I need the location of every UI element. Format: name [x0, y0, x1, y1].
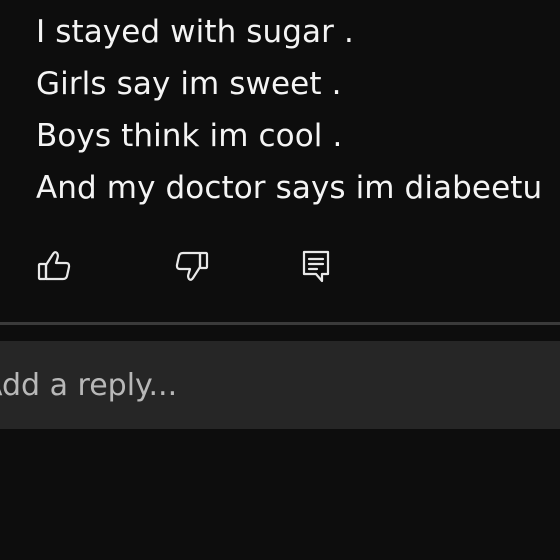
- comment-actions: [0, 244, 560, 288]
- thumbs-down-icon: [175, 251, 209, 281]
- thumbs-up-icon: [37, 251, 71, 281]
- like-button[interactable]: [32, 244, 76, 288]
- comment-line: I stayed with sugar .: [36, 14, 354, 50]
- comment-line: Boys think im cool .: [36, 118, 343, 154]
- reply-button[interactable]: [294, 244, 338, 288]
- comment-line: Girls say im sweet .: [36, 66, 342, 102]
- reply-input[interactable]: [0, 355, 560, 415]
- dislike-button[interactable]: [170, 244, 214, 288]
- comment-icon: [302, 250, 330, 283]
- comment-body: I stayed with sugar . Girls say im sweet…: [36, 6, 560, 214]
- reply-box[interactable]: [0, 341, 560, 429]
- comment-line: And my doctor says im diabeetu: [36, 170, 543, 206]
- divider: [0, 322, 560, 325]
